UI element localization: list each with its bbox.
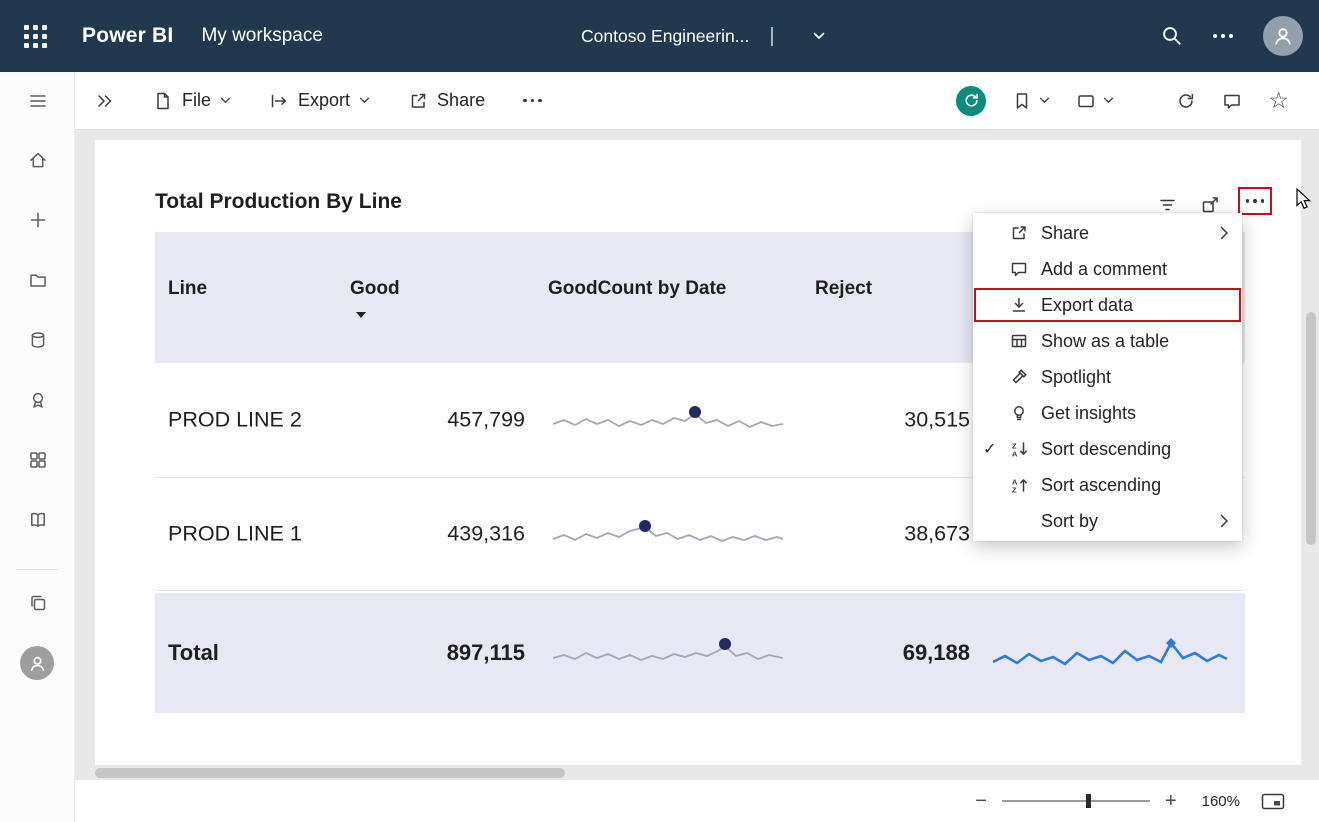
check-icon: ✓ [983, 439, 1007, 459]
fit-to-page-icon[interactable] [1261, 793, 1285, 810]
cell-total-label: Total [168, 640, 219, 666]
share-menu-label: Share [437, 90, 485, 111]
zoom-in-button[interactable]: + [1165, 791, 1177, 811]
cell-line: PROD LINE 2 [168, 408, 302, 433]
cell-reject: 38,673 [810, 522, 970, 547]
cell-good: 457,799 [315, 408, 525, 433]
share-icon [1007, 224, 1031, 242]
column-header-reject[interactable]: Reject [815, 278, 872, 300]
export-menu[interactable]: Export [269, 90, 370, 111]
row-divider [155, 590, 1245, 591]
zoom-controls: − + 160% [975, 780, 1285, 822]
spotlight-icon [1007, 368, 1031, 386]
workspaces-icon[interactable] [0, 578, 75, 628]
svg-text:A: A [1012, 450, 1018, 459]
create-plus-icon[interactable] [0, 190, 75, 250]
account-avatar[interactable] [1263, 16, 1303, 56]
chevron-right-icon [1220, 514, 1230, 528]
sort-descending-icon: ZA [1007, 440, 1031, 458]
sparkline-goodcount-total [553, 633, 783, 673]
table-icon [1007, 332, 1031, 350]
zoom-slider-thumb[interactable] [1086, 794, 1091, 808]
nav-divider [17, 569, 58, 570]
view-menu[interactable] [1076, 91, 1114, 111]
sort-ascending-icon: AZ [1007, 476, 1031, 494]
bookmarks-menu[interactable] [1012, 91, 1050, 111]
topbar-actions [1161, 0, 1303, 72]
horizontal-scrollbar[interactable] [95, 768, 565, 778]
cell-total-reject: 69,188 [810, 640, 970, 666]
cell-good: 439,316 [315, 522, 525, 547]
file-menu-label: File [182, 90, 211, 111]
export-menu-label: Export [298, 90, 350, 111]
zoom-slider[interactable] [1002, 800, 1150, 802]
menu-item-sort-by[interactable]: Sort by [973, 503, 1242, 539]
status-bar: − + 160% [75, 780, 1319, 822]
refresh-icon[interactable] [1176, 91, 1196, 111]
cell-reject: 30,515 [810, 408, 970, 433]
table-total-row: Total 897,115 69,188 [155, 593, 1245, 713]
app-launcher-icon[interactable] [12, 13, 58, 59]
app-brand[interactable]: Power BI [82, 24, 173, 48]
zoom-level: 160% [1202, 793, 1240, 810]
file-menu[interactable]: File [153, 90, 231, 111]
browse-folder-icon[interactable] [0, 250, 75, 310]
zoom-out-button[interactable]: − [975, 791, 987, 811]
nav-menu-icon[interactable] [0, 72, 75, 130]
column-header-line[interactable]: Line [168, 278, 207, 300]
search-icon[interactable] [1161, 25, 1183, 47]
metrics-medal-icon[interactable] [0, 370, 75, 430]
column-header-goodcount[interactable]: GoodCount by Date [548, 278, 726, 300]
favorite-star-icon[interactable]: ☆ [1268, 89, 1289, 112]
share-menu[interactable]: Share [408, 90, 485, 111]
chevron-right-icon [1220, 226, 1230, 240]
cell-total-good: 897,115 [315, 640, 525, 666]
report-toolbar: File Export Share ☆ [75, 72, 1319, 130]
report-title[interactable]: Contoso Engineerin... [581, 26, 749, 47]
svg-text:Z: Z [1012, 486, 1017, 495]
cell-line: PROD LINE 1 [168, 522, 302, 547]
update-app-icon[interactable] [956, 86, 986, 116]
sparkline-rejectcount-total [993, 636, 1229, 670]
vertical-scrollbar[interactable] [1306, 312, 1316, 545]
column-header-good-label: Good [350, 278, 400, 299]
focus-mode-icon[interactable] [1200, 195, 1220, 215]
visual-title: Total Production By Line [155, 190, 402, 214]
menu-item-add-comment[interactable]: Add a comment [973, 251, 1242, 287]
menu-item-sort-descending[interactable]: ✓ ZA Sort descending [973, 431, 1242, 467]
app-header: Power BI My workspace Contoso Engineerin… [0, 0, 1319, 72]
report-title-group: Contoso Engineerin... | [581, 0, 831, 72]
sort-descending-caret [356, 312, 366, 318]
learn-book-icon[interactable] [0, 490, 75, 550]
chevron-down-icon[interactable] [807, 26, 831, 46]
export-data-icon [1007, 296, 1031, 314]
column-header-good[interactable]: Good [350, 278, 400, 300]
expand-pane-icon[interactable] [93, 90, 117, 112]
sparkline-goodcount [553, 514, 783, 554]
title-separator: | [769, 25, 774, 48]
visual-context-menu: Share Add a comment Export data Show as … [973, 213, 1242, 541]
menu-item-spotlight[interactable]: Spotlight [973, 359, 1242, 395]
lightbulb-icon [1007, 404, 1031, 422]
nav-rail [0, 72, 75, 822]
comments-icon[interactable] [1222, 91, 1242, 111]
workspace-avatar[interactable] [20, 646, 54, 680]
menu-item-sort-ascending[interactable]: AZ Sort ascending [973, 467, 1242, 503]
toolbar-right-actions: ☆ [956, 86, 1303, 116]
toolbar-more-icon[interactable] [523, 99, 542, 103]
visual-more-options-icon[interactable] [1238, 187, 1272, 215]
home-icon[interactable] [0, 130, 75, 190]
menu-item-share[interactable]: Share [973, 215, 1242, 251]
more-options-icon[interactable] [1213, 34, 1233, 38]
sparkline-goodcount [553, 400, 783, 440]
workspace-name[interactable]: My workspace [201, 25, 322, 47]
data-hub-icon[interactable] [0, 310, 75, 370]
comment-icon [1007, 260, 1031, 278]
menu-item-export-data[interactable]: Export data [973, 287, 1242, 323]
menu-item-get-insights[interactable]: Get insights [973, 395, 1242, 431]
apps-icon[interactable] [0, 430, 75, 490]
menu-item-show-as-table[interactable]: Show as a table [973, 323, 1242, 359]
